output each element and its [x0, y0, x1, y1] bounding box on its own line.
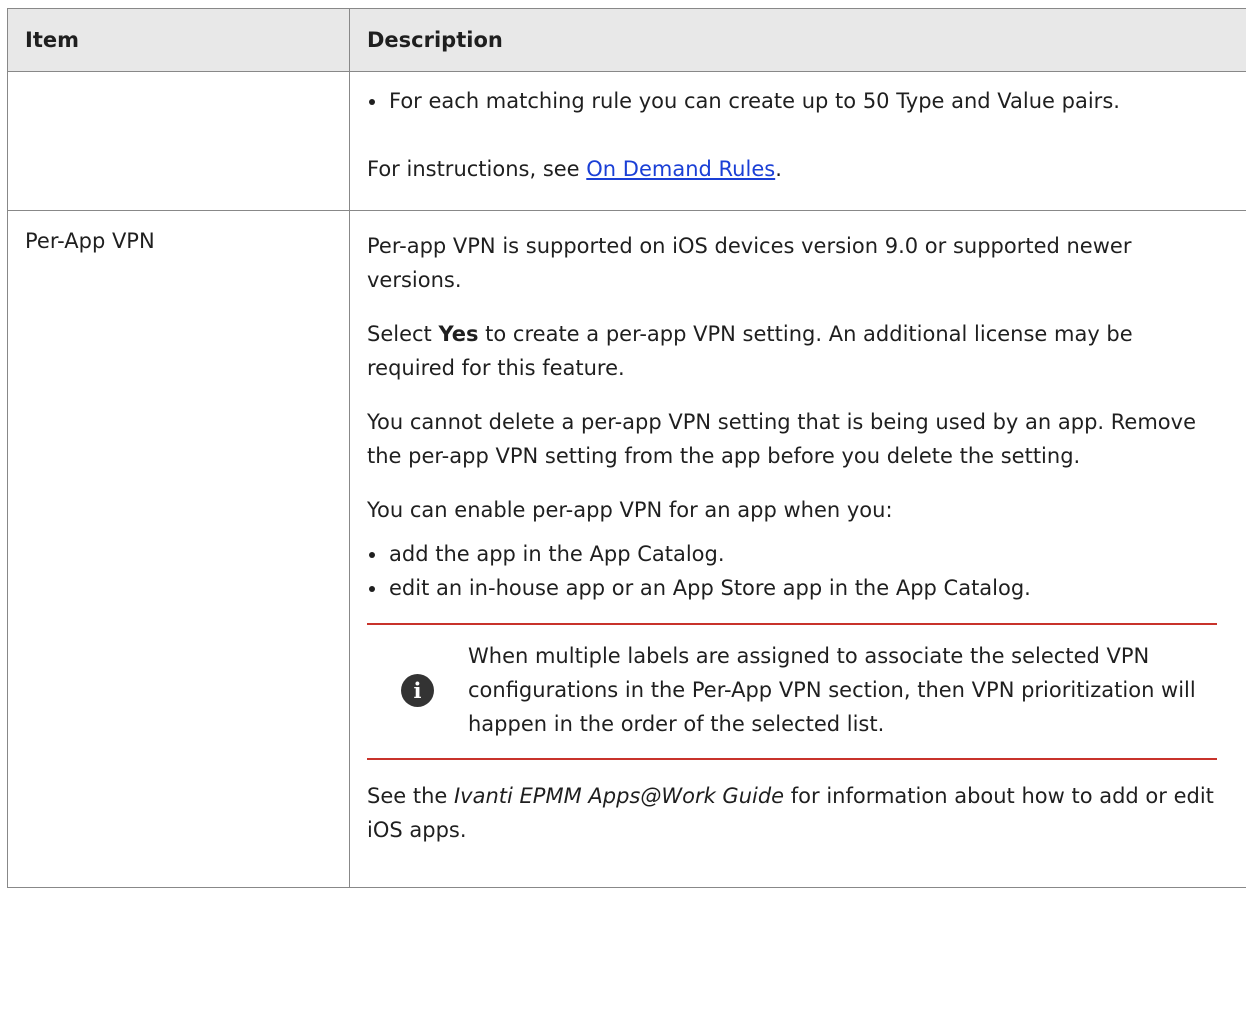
support-paragraph: Per-app VPN is supported on iOS devices …: [367, 234, 1132, 292]
description-cell: For each matching rule you can create up…: [349, 71, 1246, 211]
guide-prefix: See the: [367, 784, 454, 808]
select-suffix: to create a per-app VPN setting. An addi…: [367, 322, 1133, 380]
settings-table: Item Description For each matching rule …: [7, 8, 1246, 888]
instructions-paragraph: For instructions, see On Demand Rules.: [367, 152, 1217, 186]
column-header-description: Description: [349, 8, 1246, 72]
guide-title: Ivanti EPMM Apps@Work Guide: [453, 784, 785, 808]
item-cell-per-app-vpn: Per-App VPN: [7, 210, 350, 888]
item-cell-empty: [7, 71, 350, 211]
instructions-prefix: For instructions, see: [367, 157, 587, 181]
list-item: edit an in-house app or an App Store app…: [367, 571, 1217, 605]
table-header-row: Item Description: [7, 8, 1246, 72]
note-text: When multiple labels are assigned to ass…: [468, 644, 1196, 736]
bullet-list: add the app in the App Catalog. edit an …: [367, 537, 1217, 605]
table-row: For each matching rule you can create up…: [7, 71, 1246, 211]
table-row: Per-App VPN Per-app VPN is supported on …: [7, 210, 1246, 888]
bullet-list: For each matching rule you can create up…: [367, 84, 1217, 118]
info-icon: i: [401, 673, 434, 707]
select-prefix: Select: [367, 322, 439, 346]
delete-warning-paragraph: You cannot delete a per-app VPN setting …: [367, 410, 1196, 468]
yes-option-text: Yes: [438, 322, 479, 346]
select-yes-paragraph: Select Yes to create a per-app VPN setti…: [367, 317, 1217, 385]
column-header-item: Item: [7, 8, 350, 72]
on-demand-rules-link[interactable]: On Demand Rules: [586, 157, 775, 181]
note-callout: i When multiple labels are assigned to a…: [367, 623, 1217, 760]
description-cell: Per-app VPN is supported on iOS devices …: [349, 210, 1246, 888]
enable-intro-paragraph: You can enable per-app VPN for an app wh…: [367, 498, 893, 522]
instructions-suffix: .: [775, 157, 782, 181]
list-item: add the app in the App Catalog.: [367, 537, 1217, 571]
guide-reference-paragraph: See the Ivanti EPMM Apps@Work Guide for …: [367, 779, 1217, 847]
list-item: For each matching rule you can create up…: [367, 84, 1217, 118]
